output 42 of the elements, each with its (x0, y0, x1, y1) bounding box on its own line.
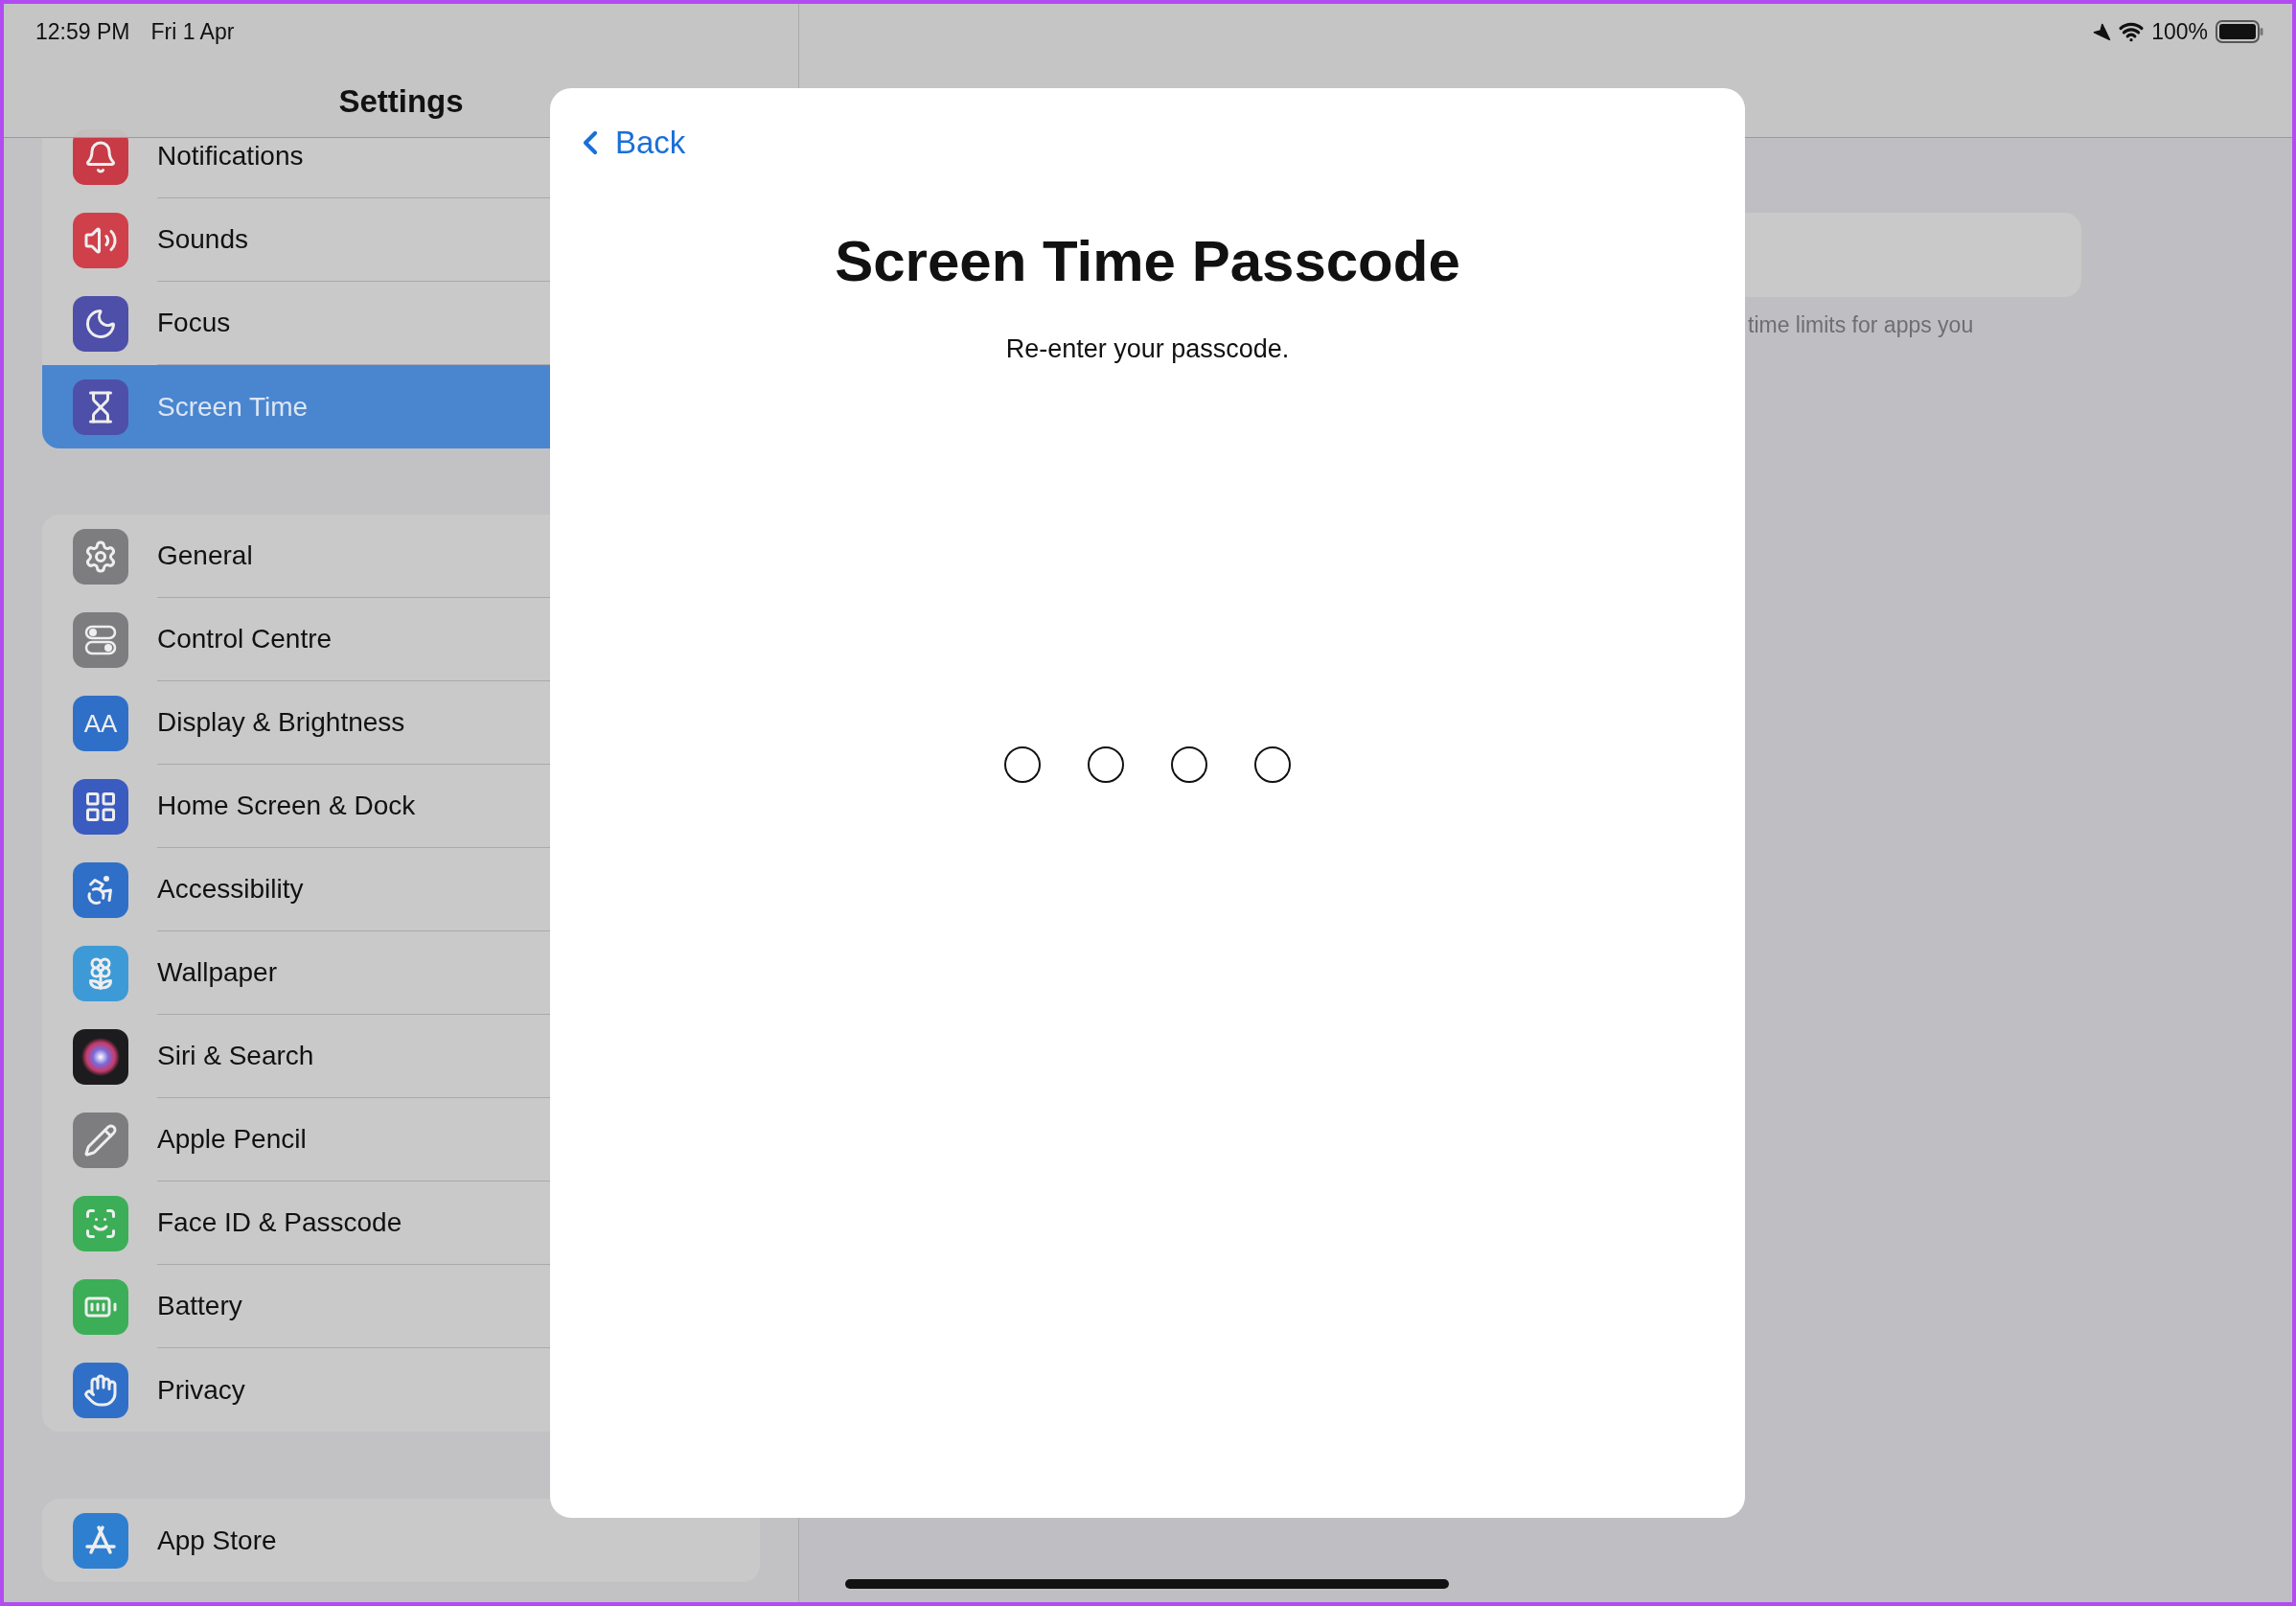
row-label: Control Centre (157, 623, 333, 655)
row-label: Battery (157, 1290, 242, 1322)
flower-icon (73, 945, 128, 1001)
battery-icon (2216, 20, 2263, 43)
orb-icon (73, 1028, 128, 1085)
accessibility-icon (73, 861, 128, 918)
battery-percent: 100% (2151, 17, 2208, 46)
row-label: Screen Time (157, 390, 309, 424)
footer-text: time limits for apps you (1748, 312, 1974, 337)
row-label: Home Screen & Dock (157, 790, 416, 822)
text-size-icon: AA (73, 695, 128, 751)
row-label: General (157, 539, 253, 572)
row-label: Display & Brightness (157, 706, 405, 739)
hand-icon (73, 1362, 128, 1418)
speaker-icon (73, 212, 128, 268)
sheet-title: Screen Time Passcode (835, 227, 1460, 295)
sidebar-title: Settings (338, 81, 464, 121)
row-label: Apple Pencil (157, 1123, 307, 1156)
app-store-icon (73, 1512, 128, 1569)
row-label: Privacy (157, 1373, 245, 1407)
face-scan-icon (73, 1195, 128, 1251)
pencil-icon (73, 1112, 128, 1168)
hourglass-icon (73, 379, 128, 435)
row-label: Notifications (157, 140, 304, 172)
location-icon (2092, 22, 2112, 41)
row-label: Wallpaper (157, 956, 277, 989)
moon-icon (73, 295, 128, 352)
row-label: Focus (157, 307, 231, 339)
gear-icon (73, 528, 128, 585)
toggles-icon (73, 611, 128, 668)
row-label: App Store (157, 1524, 277, 1557)
row-label: Siri & Search (157, 1040, 314, 1072)
row-label: Face ID & Passcode (157, 1206, 402, 1239)
row-label: Sounds (157, 223, 248, 256)
row-label: Accessibility (157, 873, 304, 906)
sheet-subtitle: Re-enter your passcode. (1005, 333, 1290, 365)
battery-icon (73, 1278, 128, 1335)
back-button[interactable]: Back (571, 119, 686, 167)
settings-row[interactable]: App Store (42, 1499, 760, 1582)
grid-icon (73, 778, 128, 835)
status-time: 12:59 PM (35, 18, 130, 46)
status-date: Fri 1 Apr (150, 18, 235, 46)
